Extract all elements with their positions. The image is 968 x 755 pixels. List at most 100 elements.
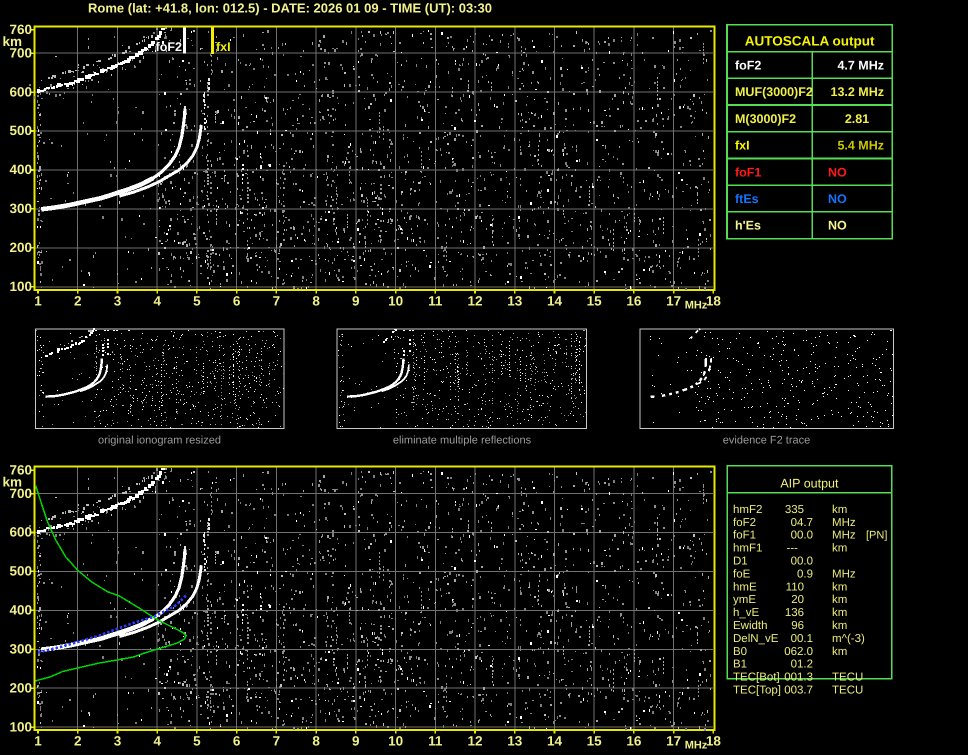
svg-text:17: 17 — [666, 733, 681, 748]
svg-text:01.2: 01.2 — [791, 659, 813, 671]
svg-text:00.0: 00.0 — [791, 556, 813, 568]
svg-text:MHz: MHz — [685, 300, 708, 312]
svg-text:700: 700 — [9, 45, 32, 60]
svg-text:foE: foE — [733, 568, 751, 580]
svg-text:2: 2 — [74, 293, 82, 308]
svg-text:km: km — [832, 581, 847, 593]
svg-text:[PN]: [PN] — [866, 530, 887, 542]
svg-text:km: km — [832, 504, 847, 516]
svg-text:001.3: 001.3 — [784, 672, 813, 684]
svg-text:TEC[Bot]: TEC[Bot] — [733, 672, 780, 684]
svg-text:NO: NO — [828, 219, 847, 233]
svg-text:8: 8 — [312, 293, 320, 308]
svg-text:foF1: foF1 — [733, 530, 756, 542]
svg-text:foF2: foF2 — [733, 517, 756, 529]
svg-text:eliminate multiple reflections: eliminate multiple reflections — [393, 435, 532, 447]
svg-text:km: km — [832, 620, 847, 632]
svg-text:17: 17 — [666, 293, 681, 308]
svg-text:MUF(3000)F2: MUF(3000)F2 — [735, 85, 813, 99]
svg-text:original ionogram resized: original ionogram resized — [98, 435, 221, 447]
svg-text:00.0: 00.0 — [791, 530, 813, 542]
svg-text:2: 2 — [74, 733, 82, 748]
svg-text:D1: D1 — [733, 556, 748, 568]
svg-text:100: 100 — [9, 719, 32, 734]
svg-text:fxI: fxI — [735, 139, 750, 153]
svg-text:4.7 MHz: 4.7 MHz — [837, 59, 884, 73]
svg-text:200: 200 — [9, 240, 32, 255]
svg-text:6: 6 — [233, 293, 241, 308]
svg-text:NO: NO — [828, 165, 847, 179]
svg-text:MHz: MHz — [832, 530, 856, 542]
svg-text:B1: B1 — [733, 659, 747, 671]
svg-text:Rome (lat: +41.8, lon: 012.5): Rome (lat: +41.8, lon: 012.5) - DATE: 20… — [88, 1, 492, 16]
svg-text:110: 110 — [786, 581, 804, 593]
svg-text:TECU: TECU — [832, 685, 863, 697]
svg-text:500: 500 — [9, 123, 32, 138]
svg-text:11: 11 — [428, 733, 443, 748]
svg-text:TECU: TECU — [832, 672, 863, 684]
svg-text:335: 335 — [785, 504, 804, 516]
svg-text:M(3000)F2: M(3000)F2 — [735, 112, 796, 126]
svg-text:12: 12 — [467, 733, 482, 748]
svg-text:300: 300 — [9, 201, 32, 216]
svg-text:18: 18 — [706, 733, 722, 748]
svg-text:3: 3 — [114, 733, 122, 748]
svg-text:TEC[Top]: TEC[Top] — [733, 685, 781, 697]
svg-text:300: 300 — [9, 642, 32, 657]
svg-text:400: 400 — [9, 162, 32, 177]
svg-text:15: 15 — [587, 733, 603, 748]
svg-text:foF2: foF2 — [156, 40, 182, 54]
svg-text:hmE: hmE — [733, 581, 757, 593]
svg-text:500: 500 — [9, 564, 32, 579]
svg-text:11: 11 — [428, 293, 443, 308]
svg-text:600: 600 — [9, 525, 32, 540]
svg-text:ymE: ymE — [733, 594, 756, 606]
svg-text:13: 13 — [507, 293, 523, 308]
svg-text:hmF1: hmF1 — [733, 543, 762, 555]
svg-text:5.4 MHz: 5.4 MHz — [837, 139, 884, 153]
svg-text:10: 10 — [388, 293, 403, 308]
svg-text:MHz: MHz — [685, 740, 708, 752]
svg-text:5: 5 — [193, 733, 201, 748]
svg-text:04.7: 04.7 — [791, 517, 813, 529]
svg-text:NO: NO — [828, 192, 847, 206]
svg-text:14: 14 — [547, 293, 563, 308]
svg-text:2.81: 2.81 — [845, 112, 869, 126]
svg-text:400: 400 — [9, 603, 32, 618]
svg-text:600: 600 — [9, 84, 32, 99]
svg-text:00.1: 00.1 — [791, 633, 813, 645]
svg-text:ftEs: ftEs — [735, 192, 759, 206]
svg-text:h'Es: h'Es — [735, 219, 761, 233]
svg-text:6: 6 — [233, 733, 241, 748]
svg-text:1: 1 — [34, 293, 42, 308]
svg-text:hmF2: hmF2 — [733, 504, 762, 516]
svg-text:9: 9 — [352, 733, 360, 748]
svg-text:20: 20 — [791, 594, 804, 606]
svg-text:km: km — [832, 594, 847, 606]
svg-text:14: 14 — [547, 733, 563, 748]
svg-text:---: --- — [787, 543, 799, 555]
svg-text:foF2: foF2 — [735, 59, 761, 73]
svg-text:km: km — [832, 607, 847, 619]
svg-text:16: 16 — [626, 293, 642, 308]
svg-text:15: 15 — [587, 293, 603, 308]
svg-text:7: 7 — [273, 733, 281, 748]
svg-text:200: 200 — [9, 680, 32, 695]
svg-text:MHz: MHz — [832, 568, 856, 580]
svg-text:km: km — [832, 646, 847, 658]
svg-text:h_vE: h_vE — [733, 607, 760, 619]
svg-text:Ewidth: Ewidth — [733, 620, 768, 632]
svg-text:12: 12 — [467, 293, 482, 308]
svg-text:96: 96 — [791, 620, 804, 632]
svg-text:0.9: 0.9 — [797, 568, 813, 580]
svg-text:100: 100 — [9, 279, 32, 294]
svg-text:B0: B0 — [733, 646, 747, 658]
svg-text:9: 9 — [352, 293, 360, 308]
svg-text:16: 16 — [626, 733, 642, 748]
svg-text:km: km — [832, 543, 847, 555]
svg-text:136: 136 — [785, 607, 804, 619]
svg-text:13.2 MHz: 13.2 MHz — [831, 85, 885, 99]
svg-text:4: 4 — [153, 293, 161, 308]
svg-text:8: 8 — [312, 733, 320, 748]
svg-text:MHz: MHz — [832, 517, 856, 529]
